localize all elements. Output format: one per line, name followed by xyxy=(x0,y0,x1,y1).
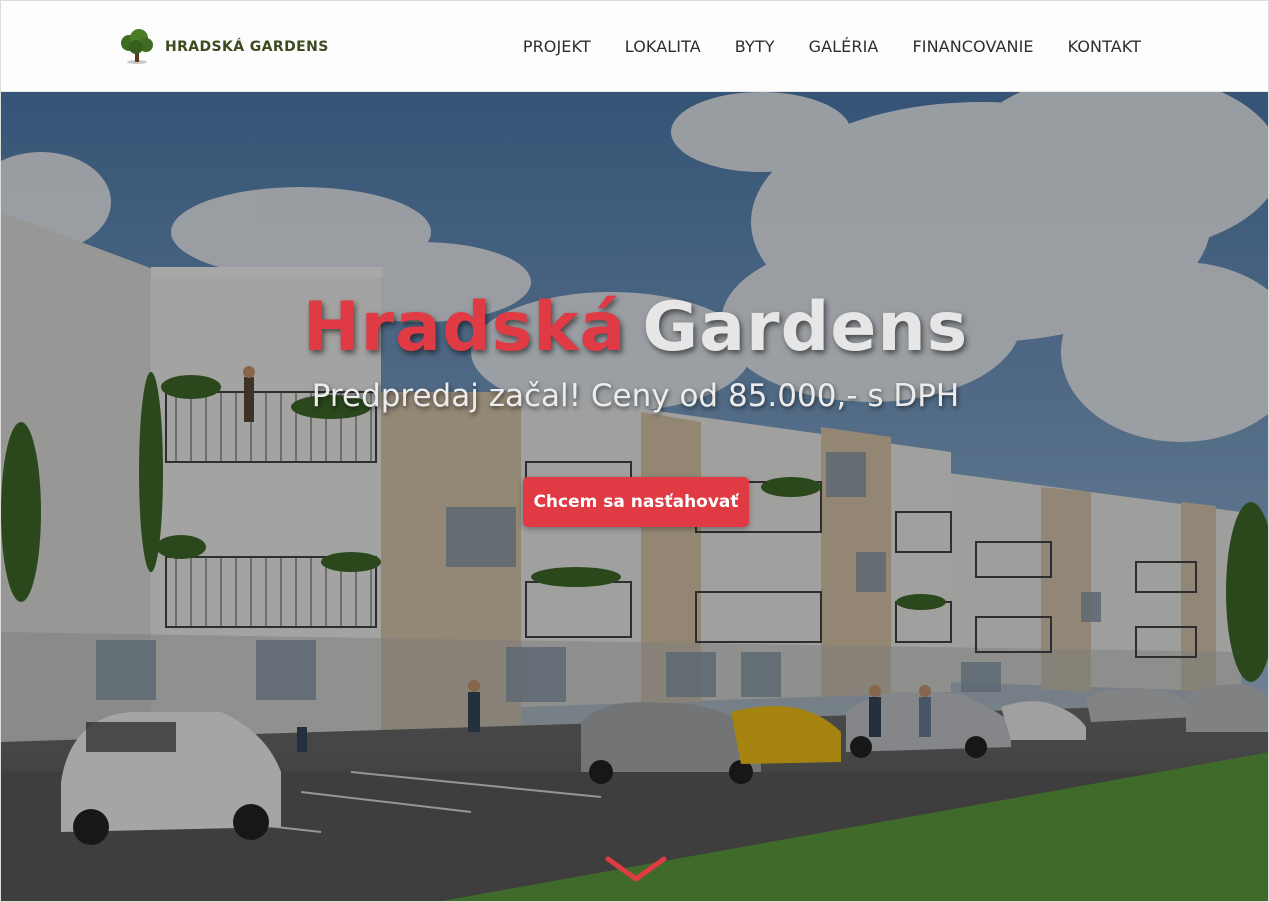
chevron-down-icon[interactable] xyxy=(604,855,668,885)
page: HRADSKÁ GARDENS PROJEKT LOKALITA BYTY GA… xyxy=(0,0,1269,902)
brand-name: HRADSKÁ GARDENS xyxy=(165,39,329,55)
nav-item-projekt[interactable]: PROJEKT xyxy=(523,37,591,56)
hero-section: Hradská Gardens Predpredaj začal! Ceny od… xyxy=(1,92,1268,901)
hero-title-part2: Gardens xyxy=(642,288,969,367)
main-nav: PROJEKT LOKALITA BYTY GALÉRIA FINANCOVAN… xyxy=(489,37,1141,56)
nav-item-lokalita[interactable]: LOKALITA xyxy=(625,37,701,56)
navbar: HRADSKÁ GARDENS PROJEKT LOKALITA BYTY GA… xyxy=(1,1,1268,92)
hero-title-part1: Hradská xyxy=(302,288,627,367)
hero-title: Hradská Gardens xyxy=(1,288,1268,367)
nav-item-byty[interactable]: BYTY xyxy=(735,37,775,56)
brand-logo[interactable]: HRADSKÁ GARDENS xyxy=(117,27,329,67)
nav-item-kontakt[interactable]: KONTAKT xyxy=(1068,37,1141,56)
tree-icon xyxy=(121,29,153,64)
hero-subtitle: Predpredaj začal! Ceny od 85.000,- s DPH xyxy=(311,378,960,414)
nav-item-financovanie[interactable]: FINANCOVANIE xyxy=(912,37,1033,56)
move-in-button[interactable]: Chcem sa nasťahovať xyxy=(523,477,749,527)
nav-item-galeria[interactable]: GALÉRIA xyxy=(809,37,879,56)
